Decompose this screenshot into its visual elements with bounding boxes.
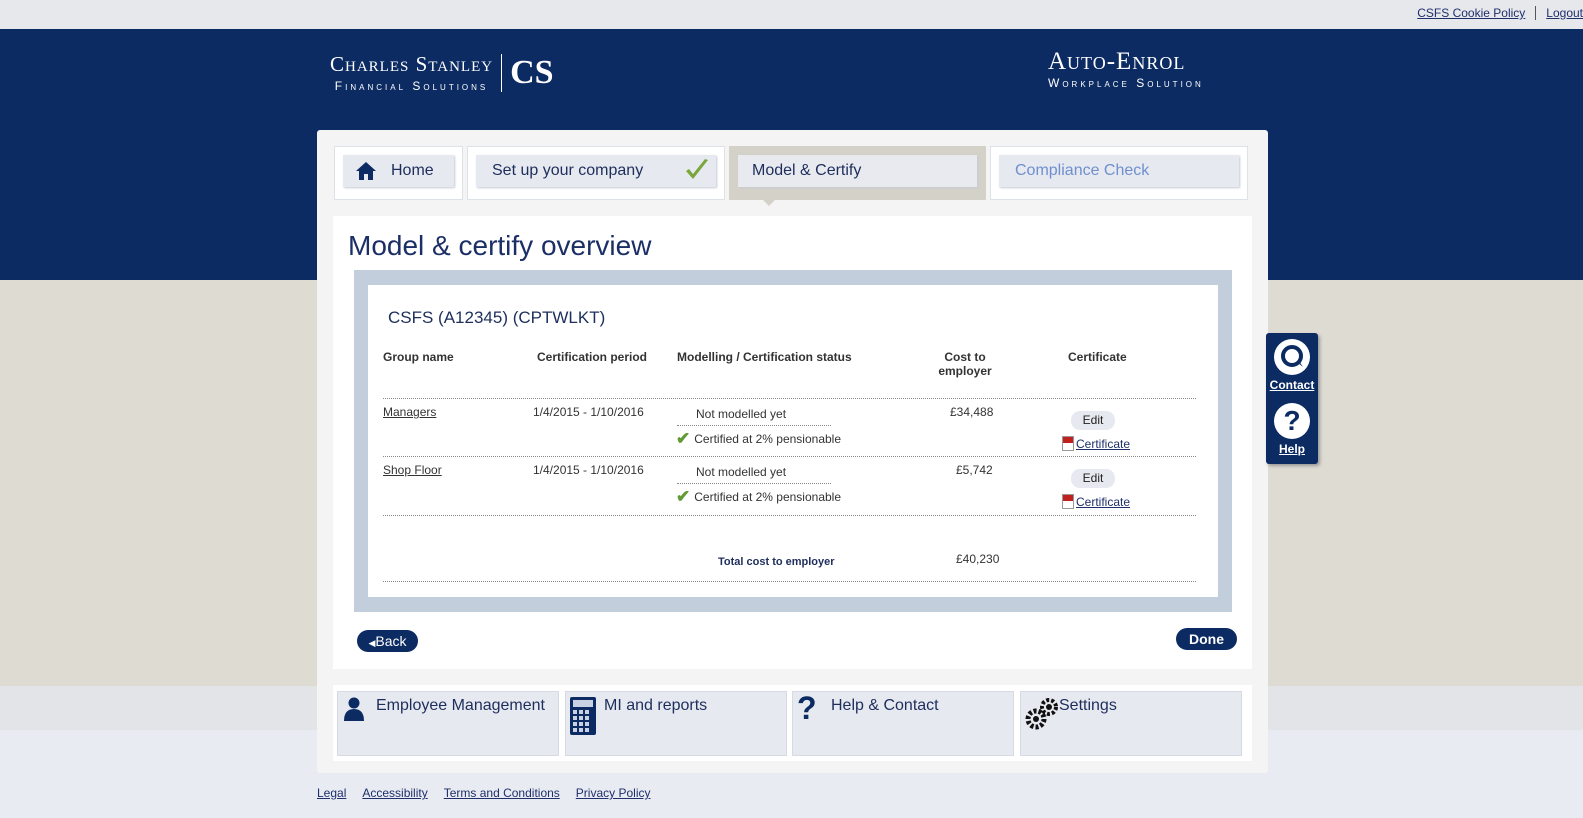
- check-icon: ✔: [676, 487, 691, 506]
- row1-cost: £34,488: [950, 405, 994, 419]
- chat-icon: [1281, 345, 1303, 367]
- row2-edit-button[interactable]: Edit: [1071, 469, 1115, 488]
- tab-settings[interactable]: Settings: [1020, 691, 1242, 756]
- tab-model-certify[interactable]: Model & Certify: [729, 146, 986, 206]
- tab-setup-label: Set up your company: [492, 162, 644, 179]
- row2-period: 1/4/2015 - 1/10/2016: [533, 463, 644, 477]
- home-icon: [356, 162, 376, 180]
- top-bar: CSFS Cookie Policy Logout: [0, 0, 1583, 29]
- logo-line2: Financial Solutions: [334, 79, 489, 93]
- calculator-icon: [570, 697, 596, 735]
- row2-certificate-link[interactable]: Certificate: [1076, 495, 1130, 509]
- tab-compliance-check[interactable]: Compliance Check: [990, 146, 1248, 200]
- row1-certificate-link[interactable]: Certificate: [1076, 437, 1130, 451]
- row2-status-divider: [677, 483, 831, 484]
- header-cost: Cost to employer: [930, 350, 1000, 378]
- logout-link[interactable]: Logout: [1535, 6, 1583, 20]
- row1-period: 1/4/2015 - 1/10/2016: [533, 405, 644, 419]
- check-icon: ✔: [676, 429, 691, 448]
- row2-status-modelled: Not modelled yet: [696, 465, 787, 479]
- page-title: Model & certify overview: [348, 230, 652, 261]
- tab-mi-reports[interactable]: MI and reports: [565, 691, 787, 756]
- row-divider: [383, 456, 1196, 457]
- auto-enrol-title: Auto-Enrol: [1048, 48, 1186, 75]
- side-help-panel: Contact ? Help: [1266, 333, 1318, 464]
- auto-enrol-logo: Auto-Enrol Workplace Solution: [1048, 48, 1204, 90]
- contact-icon[interactable]: [1274, 339, 1310, 375]
- row1-status-divider: [677, 425, 831, 426]
- footer-terms-link[interactable]: Terms and Conditions: [444, 786, 560, 800]
- pdf-icon: [1062, 436, 1074, 451]
- header-group-name: Group name: [383, 350, 454, 364]
- pdf-icon: [1062, 494, 1074, 509]
- footer-legal-link[interactable]: Legal: [317, 786, 346, 800]
- row-divider: [383, 515, 1196, 516]
- logo-divider: [501, 53, 503, 92]
- mi-reports-label: MI and reports: [604, 697, 708, 714]
- help-icon[interactable]: ?: [1274, 403, 1310, 439]
- user-icon: [344, 697, 364, 721]
- header-cost-line1: Cost to: [944, 350, 986, 364]
- total-cost-value: £40,230: [956, 552, 1000, 566]
- tab-home[interactable]: Home: [334, 146, 463, 200]
- tab-setup-company[interactable]: Set up your company: [467, 146, 725, 200]
- gears-icon: [1025, 698, 1058, 730]
- header-status: Modelling / Certification status: [677, 350, 852, 364]
- back-label: Back: [375, 633, 407, 649]
- row2-cost: £5,742: [956, 463, 993, 477]
- group-link-shop-floor[interactable]: Shop Floor: [383, 463, 442, 477]
- tab-compliance-label: Compliance Check: [1015, 162, 1150, 179]
- group-link-managers[interactable]: Managers: [383, 405, 436, 419]
- help-link[interactable]: Help: [1266, 442, 1318, 456]
- footer-accessibility-link[interactable]: Accessibility: [362, 786, 427, 800]
- settings-label: Settings: [1059, 697, 1117, 714]
- help-contact-label: Help & Contact: [831, 697, 939, 714]
- done-button[interactable]: Done: [1176, 628, 1237, 650]
- cs-monogram: CS: [510, 53, 554, 91]
- row2-status-certified: ✔ Certified at 2% pensionable: [676, 487, 841, 507]
- tab-model-label: Model & Certify: [752, 162, 862, 179]
- total-divider: [383, 581, 1196, 582]
- employee-management-label: Employee Management: [376, 697, 545, 714]
- header-certification-period: Certification period: [537, 350, 648, 364]
- row1-edit-button[interactable]: Edit: [1071, 411, 1115, 430]
- footer-privacy-link[interactable]: Privacy Policy: [576, 786, 651, 800]
- tab-help-contact[interactable]: ? Help & Contact: [792, 690, 1014, 756]
- footer-links: Legal Accessibility Terms and Conditions…: [317, 786, 650, 800]
- row2-certificate[interactable]: Certificate: [1062, 494, 1130, 509]
- company-name: CSFS (A12345) (CPTWLKT): [388, 308, 606, 327]
- logo-line1: Charles Stanley: [330, 52, 494, 76]
- header-cost-line2: employer: [938, 364, 992, 378]
- total-cost-label: Total cost to employer: [718, 556, 835, 568]
- charles-stanley-logo: Charles Stanley Financial Solutions CS: [330, 52, 554, 93]
- cookie-policy-link[interactable]: CSFS Cookie Policy: [1407, 6, 1535, 20]
- auto-enrol-subtitle: Workplace Solution: [1048, 76, 1204, 90]
- header-certificate: Certificate: [1068, 350, 1127, 364]
- row1-status-certified-text: Certified at 2% pensionable: [694, 432, 842, 446]
- row1-status-modelled: Not modelled yet: [696, 407, 787, 421]
- row1-status-certified: ✔ Certified at 2% pensionable: [676, 429, 841, 449]
- table-divider: [383, 398, 1196, 399]
- tab-home-label: Home: [391, 162, 434, 179]
- contact-link[interactable]: Contact: [1266, 378, 1318, 392]
- step-tabs: Home Set up your company Model & Certify…: [334, 146, 1248, 206]
- back-button[interactable]: ◀Back: [357, 630, 418, 652]
- tab-employee-management[interactable]: Employee Management: [337, 691, 559, 756]
- question-icon: ?: [797, 690, 817, 726]
- row2-status-certified-text: Certified at 2% pensionable: [694, 490, 842, 504]
- row1-certificate[interactable]: Certificate: [1062, 436, 1130, 451]
- top-links: CSFS Cookie Policy Logout: [1407, 6, 1583, 20]
- checkmark-icon: [686, 159, 708, 179]
